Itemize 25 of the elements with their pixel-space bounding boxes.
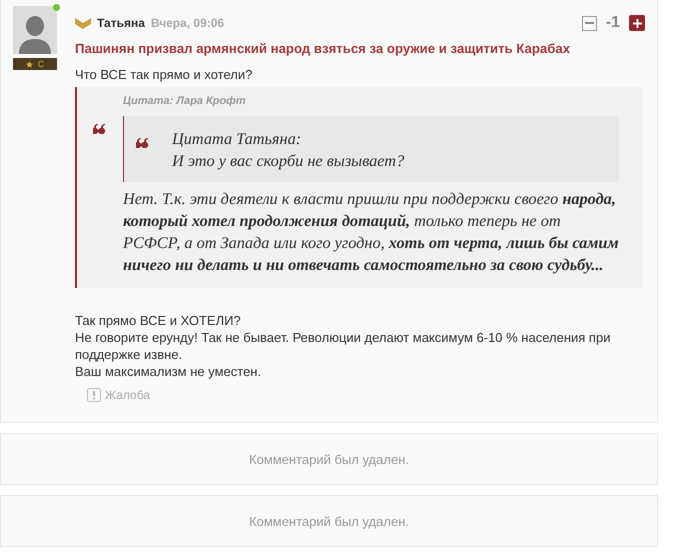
comment-time: Вчера, 09:06	[150, 16, 224, 30]
star-icon	[26, 60, 33, 68]
rank-label: C	[38, 58, 44, 70]
author-name[interactable]: Татьяна	[97, 16, 145, 30]
quote-mark-icon	[136, 138, 150, 148]
upvote-button[interactable]	[629, 15, 645, 31]
article-link[interactable]: Пашинян призвал армянский народ взяться за оружие и защитить Карабах	[75, 41, 645, 56]
quote-text: Нет. Т.к. эти деятели к власти пришли при поддержки своего народа, который хотел продолжения дотаций, только теперь не от РСФСР, а от Запада или кого угодно, хоть от черта, лишь бы самим ничего ни делать и ни отвечать самостоятельно за свою судьбу...	[123, 188, 619, 276]
comment-text: Ваш максимализм не уместен.	[75, 363, 262, 380]
downvote-button[interactable]	[582, 16, 597, 30]
plus-icon	[632, 18, 642, 28]
comment-text: Что ВСЕ так прямо и хотели?	[75, 66, 254, 83]
deleted-notice: Комментарий был удален.	[249, 452, 409, 466]
quote-header: Цитата: Лара Крофт	[123, 95, 247, 107]
quote-text: И это у вас скорби не вызывает?	[172, 150, 404, 172]
quote-author: Цитата Татьяна:	[172, 128, 302, 150]
chevron-rank-icon	[75, 18, 91, 28]
comment-text: Так прямо ВСЕ и ХОТЕЛИ?	[75, 312, 242, 329]
deleted-notice: Комментарий был удален.	[249, 514, 409, 528]
score: -1	[606, 14, 620, 32]
comment-text: Не говорите ерунду! Так не бывает. Революции делают максимум 6-10 % населения при поддержке извне.	[75, 329, 612, 363]
minus-icon	[584, 22, 594, 24]
quote-mark-icon	[93, 124, 107, 134]
warning-icon	[87, 388, 101, 402]
avatar-icon[interactable]	[13, 6, 57, 54]
